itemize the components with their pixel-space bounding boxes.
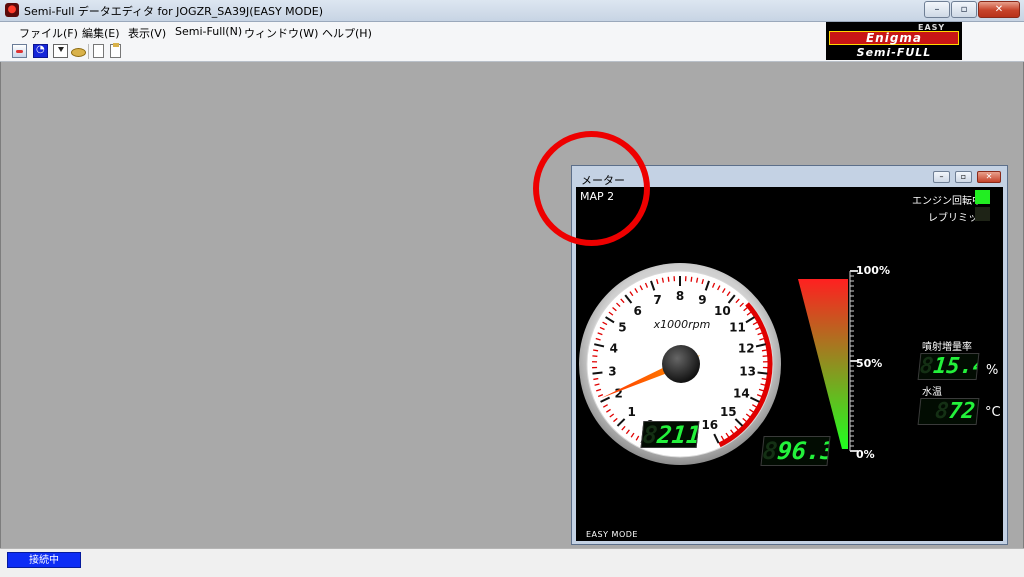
connection-status-badge: 接続中 xyxy=(7,552,81,568)
throttle-wedge xyxy=(798,279,848,449)
menu-edit[interactable]: 編集(E) xyxy=(82,25,120,41)
meter-close-button[interactable]: ✕ xyxy=(977,171,1001,183)
injection-unit: % xyxy=(986,363,998,378)
meter-icon[interactable] xyxy=(12,44,27,58)
menu-view[interactable]: 表示(V) xyxy=(128,25,166,41)
tach-minor-tick xyxy=(593,350,598,351)
open-doc-icon[interactable] xyxy=(110,44,121,58)
menu-help[interactable]: ヘルプ(H) xyxy=(322,25,372,41)
annotation-circle xyxy=(533,131,650,246)
tach-tick-label: 8 xyxy=(676,289,684,303)
mode-label: EASY MODE xyxy=(586,530,638,539)
window-title: Semi-Full データエディタ for JOGZR_SA39J(EASY M… xyxy=(24,3,323,19)
water-temp-label: 水温 xyxy=(922,383,942,398)
engine-running-label: エンジン回転中 xyxy=(912,192,982,207)
tach-unit: x1000rpm xyxy=(653,318,711,331)
meter-maximize-button[interactable]: ▫ xyxy=(955,171,972,183)
throttle-lcd: 896.3 xyxy=(760,436,830,466)
logo-semifull-text: Semi-FULL xyxy=(831,46,957,59)
tach-hub xyxy=(662,345,700,383)
tach-minor-tick xyxy=(691,277,692,282)
minimize-button[interactable]: – xyxy=(924,1,950,18)
app-icon[interactable] xyxy=(5,3,19,17)
meter-screen: MAP 2 エンジン回転中 レブリミット xyxy=(576,187,1003,541)
water-temp-value: 72 xyxy=(947,399,976,424)
tach-tick-label: 6 xyxy=(633,304,641,318)
tach-tick-label: 11 xyxy=(729,321,746,335)
tach-minor-tick xyxy=(762,379,767,380)
throttle-label-50: 50% xyxy=(856,357,882,370)
tach-major-tick xyxy=(758,372,768,373)
water-temp-lcd: 872 xyxy=(918,398,980,425)
tach-minor-tick xyxy=(762,350,767,351)
injection-label: 噴射増量率 xyxy=(922,338,972,353)
tach-tick-label: 3 xyxy=(608,364,616,378)
toolbar-separator xyxy=(88,44,89,59)
download-icon[interactable] xyxy=(53,44,68,58)
tach-minor-tick xyxy=(668,277,669,282)
rpm-lcd: 82110 xyxy=(641,421,700,448)
throttle-value: 96.3 xyxy=(776,437,831,465)
injection-lcd: 815.4 xyxy=(918,353,980,380)
tach-tick-label: 16 xyxy=(701,418,718,432)
enigma-logo: EASY Enigma Semi-FULL xyxy=(826,22,962,60)
new-doc-icon[interactable] xyxy=(93,44,104,58)
tach-minor-tick xyxy=(593,379,598,380)
tach-major-tick xyxy=(593,372,603,373)
tach-tick-label: 9 xyxy=(698,293,706,307)
menu-semi-full[interactable]: Semi-Full(N) xyxy=(175,25,242,38)
tach-tick-label: 4 xyxy=(610,342,618,356)
window-controls: – ▫ ✕ xyxy=(924,1,1020,18)
disk-icon[interactable] xyxy=(70,44,85,58)
title-bar[interactable]: Semi-Full データエディタ for JOGZR_SA39J(EASY M… xyxy=(0,0,1024,22)
blue-app-icon[interactable] xyxy=(33,44,48,58)
tach-tick-label: 1 xyxy=(628,405,636,419)
throttle-label-100: 100% xyxy=(856,264,890,277)
rpm-value: 2110 xyxy=(656,421,699,448)
meter-minimize-button[interactable]: – xyxy=(933,171,950,183)
injection-value: 15.4 xyxy=(932,354,979,379)
rev-limit-indicator xyxy=(975,207,990,221)
engine-running-indicator xyxy=(975,190,990,204)
tach-tick-label: 13 xyxy=(739,364,756,378)
water-temp-unit: °C xyxy=(985,405,1001,420)
tach-tick-label: 14 xyxy=(733,386,750,400)
logo-enigma-text: Enigma xyxy=(829,31,959,45)
menu-file[interactable]: ファイル(F) xyxy=(19,25,78,41)
close-button[interactable]: ✕ xyxy=(978,1,1020,18)
maximize-button[interactable]: ▫ xyxy=(951,1,977,18)
tach-tick-label: 12 xyxy=(738,342,755,356)
tach-tick-label: 10 xyxy=(714,304,731,318)
status-bar: 接続中 xyxy=(0,548,1024,577)
tach-tick-label: 5 xyxy=(618,321,626,335)
throttle-label-0: 0% xyxy=(856,448,875,461)
menu-window[interactable]: ウィンドウ(W) xyxy=(244,25,318,41)
tach-tick-label: 15 xyxy=(720,405,737,419)
tach-tick-label: 7 xyxy=(653,293,661,307)
